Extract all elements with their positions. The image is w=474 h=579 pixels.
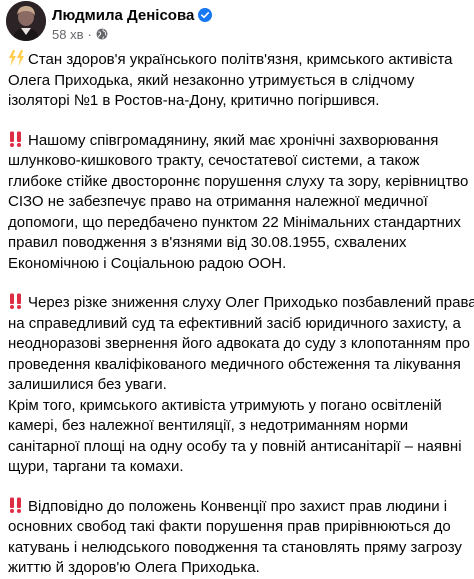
text-line: санітарної площі на одну особу та у повн… [8,437,462,455]
text-line: Через різке зниження слуху Олег Приходьк… [8,293,474,314]
post-time[interactable]: 58 хв [52,27,83,42]
text-line: залишилися без уваги. [8,376,167,393]
text-line: катувань і нелюдського поводження та ста… [8,538,462,556]
text-line: Економічною і Соціальною радою ООН. [8,254,287,272]
double-exclamation-emoji-icon [8,497,26,513]
text-line: Олега Приходька, який незаконно утримуєт… [8,71,415,89]
paragraph-2: Нашому співгромадянину, який має хронічн… [8,131,474,275]
text-line: Крім того, кримського активіста утримуют… [8,396,442,414]
lightning-emoji-icon [8,50,26,66]
avatar[interactable] [6,1,46,41]
text-line: проведення кваліфікованого медичного обс… [8,355,461,373]
profile-photo-icon [6,1,46,41]
author-row: Людмила Денісова [52,5,213,25]
text-line: правил поводження з в'язнями від 30.08.1… [8,234,407,251]
text-line: камері, без належної вентиляції, з недот… [8,417,409,434]
facebook-post: Людмила Денісова 58 хв · Стан здоров'я у… [0,0,474,576]
author-name[interactable]: Людмила Денісова [52,7,194,24]
paragraph-3: Через різке зниження слуху Олег Приходьк… [8,293,474,478]
paragraph-4: Відповідно до положень Конвенції про зах… [8,497,474,579]
globe-icon[interactable] [96,28,108,40]
meta-separator: · [87,26,92,42]
double-exclamation-emoji-icon [8,131,26,147]
text-line: основних свобод такі факти порушення пра… [8,518,451,535]
text-line: щури, таргани та комахи. [8,458,184,475]
post-header: Людмила Денісова 58 хв · [0,0,474,48]
text-line: Стан здоров'я українського політв'язня, … [8,50,474,71]
text-line: допомоги, що передбачено пунктом 22 Міні… [8,213,461,231]
text-line: Відповідно до положень Конвенції про зах… [8,497,474,518]
text-line: Нашому співгромадянину, який має хронічн… [8,131,474,152]
text-line: неодноразові звернення його адвоката до … [8,335,471,352]
text-line: ізоляторі №1 в Ростов-на-Дону, критично … [8,92,380,109]
text-line: СІЗО не забезпечує право на отримання на… [8,193,428,210]
double-exclamation-emoji-icon [8,293,26,309]
text-line: шлунково-кишкового тракту, сечостатевої … [8,152,420,169]
text-line: життю й здоров'ю Олега Приходька. [8,559,260,576]
verified-badge-icon [198,8,213,22]
text-line: глибоке стійке двостороннє порушення слу… [8,172,469,190]
post-meta: 58 хв · [52,26,108,42]
paragraph-1: Стан здоров'я українського політв'язня, … [8,50,474,112]
text-line: на справедливий суд та ефективний засіб … [8,314,461,332]
post-text: Стан здоров'я українського політв'язня, … [8,50,474,579]
